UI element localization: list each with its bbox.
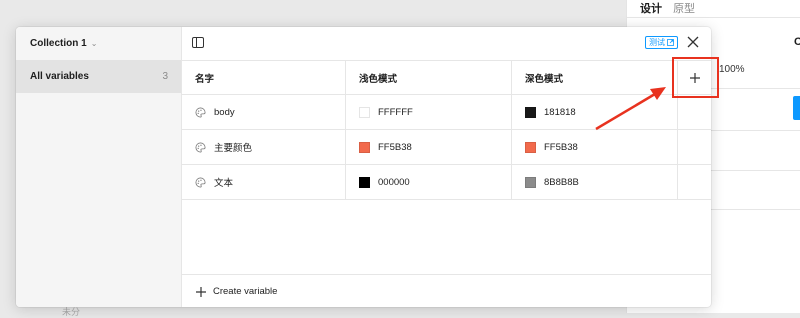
empty-cell <box>678 165 711 199</box>
dark-value-cell[interactable]: 8B8B8B <box>512 165 678 199</box>
table-row[interactable]: 文本 000000 8B8B8B <box>181 164 711 200</box>
empty-cell <box>678 95 711 129</box>
color-swatch <box>525 176 536 188</box>
sidebar-item-label: All variables <box>30 71 89 82</box>
light-value-cell[interactable]: FFFFFF <box>346 95 512 129</box>
color-swatch <box>359 176 370 188</box>
color-swatch <box>359 141 370 153</box>
color-hex: 181818 <box>544 106 576 118</box>
tab-design[interactable]: 设计 <box>640 0 662 16</box>
partial-label: C <box>794 36 800 48</box>
variables-modal: Collection 1 ⌄ All variables 3 测试 名字 浅色模… <box>16 27 711 307</box>
sidebar-toggle-icon[interactable] <box>192 37 204 48</box>
table-row[interactable]: body FFFFFF 181818 <box>181 94 711 129</box>
collections-sidebar: Collection 1 ⌄ All variables 3 <box>16 27 182 307</box>
sidebar-item-all-variables[interactable]: All variables 3 <box>16 60 181 93</box>
plus-icon <box>196 286 206 297</box>
create-variable-label: Create variable <box>213 286 278 297</box>
external-link-icon <box>667 39 674 46</box>
variables-table: 名字 浅色模式 深色模式 body FFFFFF 181818 主要颜色 FF5… <box>181 60 711 200</box>
table-header-row: 名字 浅色模式 深色模式 <box>181 60 711 94</box>
collection-title: Collection 1 <box>30 38 87 49</box>
light-value-cell[interactable]: 000000 <box>346 165 512 199</box>
palette-icon <box>195 107 206 117</box>
light-value-cell[interactable]: FF5B38 <box>346 130 512 164</box>
variable-name-cell[interactable]: 文本 <box>181 165 346 199</box>
palette-icon <box>195 177 206 187</box>
color-swatch <box>525 106 536 118</box>
empty-cell <box>678 130 711 164</box>
color-swatch <box>525 141 536 153</box>
color-hex: FFFFFF <box>378 106 413 118</box>
table-row[interactable]: 主要颜色 FF5B38 FF5B38 <box>181 129 711 164</box>
dark-value-cell[interactable]: FF5B38 <box>512 130 678 164</box>
chevron-down-icon: ⌄ <box>90 39 98 48</box>
panel-tabs: 设计 原型 <box>640 0 703 16</box>
variable-name: 文本 <box>214 178 234 189</box>
zoom-percent[interactable]: 100% <box>719 64 745 75</box>
color-hex: FF5B38 <box>544 141 578 153</box>
variable-name: 主要颜色 <box>214 143 253 154</box>
variable-name-cell[interactable]: 主要颜色 <box>181 130 346 164</box>
modal-toolbar: 测试 <box>181 27 711 60</box>
color-swatch <box>359 106 370 118</box>
color-hex: 000000 <box>378 176 410 188</box>
variable-name-cell[interactable]: body <box>181 95 346 129</box>
sidebar-item-count: 3 <box>162 71 168 82</box>
palette-icon <box>195 142 206 152</box>
create-variable-button[interactable]: Create variable <box>181 274 711 307</box>
close-icon[interactable] <box>686 35 700 49</box>
test-badge-button[interactable]: 测试 <box>645 36 678 49</box>
color-hex: 8B8B8B <box>544 176 579 188</box>
collection-dropdown[interactable]: Collection 1 ⌄ <box>30 38 97 49</box>
primary-button-partial[interactable] <box>793 96 800 120</box>
tab-prototype[interactable]: 原型 <box>673 0 695 16</box>
header-dark-mode[interactable]: 深色模式 <box>512 61 678 94</box>
variable-name: body <box>214 106 235 118</box>
annotation-highlight-box <box>672 57 719 98</box>
variables-main: 测试 名字 浅色模式 深色模式 body FFFFFF 181818 主要颜色 … <box>181 27 711 307</box>
header-light-mode[interactable]: 浅色模式 <box>346 61 512 94</box>
color-hex: FF5B38 <box>378 141 412 153</box>
header-name: 名字 <box>181 61 346 94</box>
dark-value-cell[interactable]: 181818 <box>512 95 678 129</box>
test-badge-label: 测试 <box>649 38 665 47</box>
panel-divider <box>627 17 800 18</box>
